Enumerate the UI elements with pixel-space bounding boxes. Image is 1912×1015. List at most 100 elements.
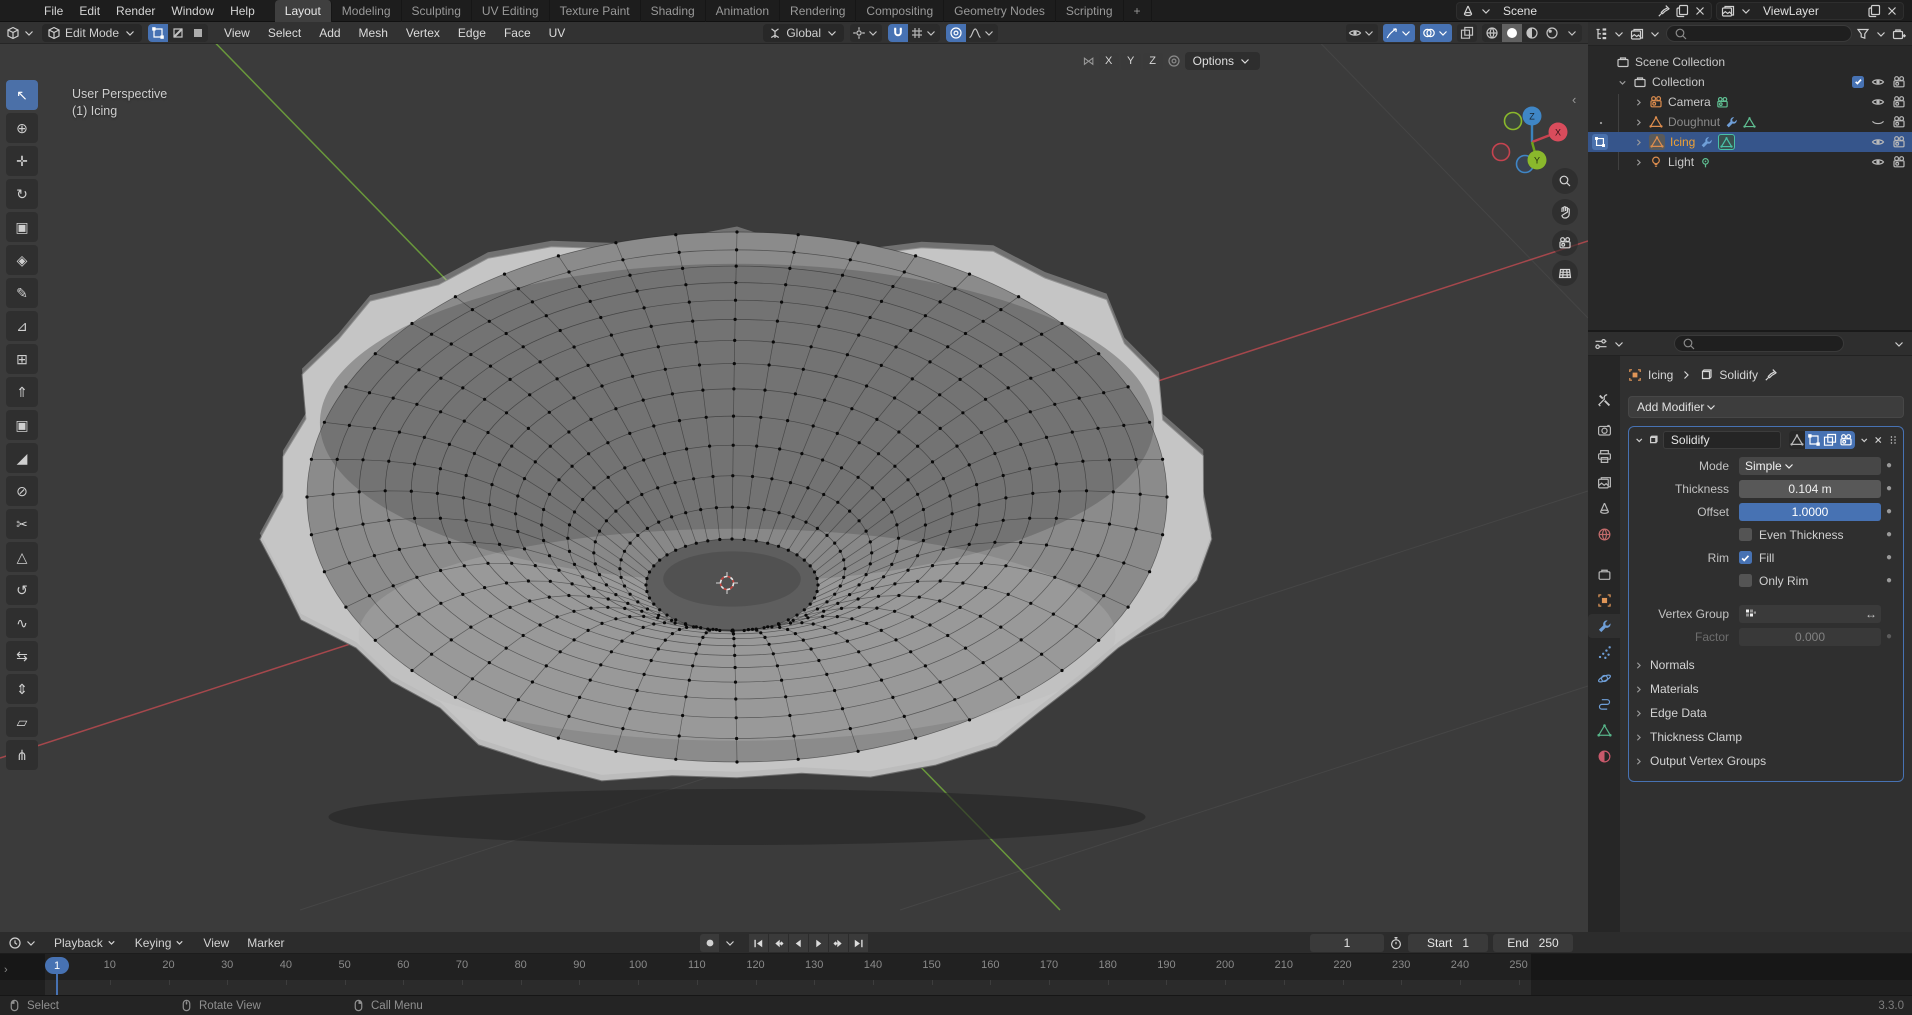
viewport-menu-mesh[interactable]: Mesh	[351, 24, 396, 42]
tool-bevel[interactable]: ◢	[6, 443, 38, 473]
object-name[interactable]: Scene Collection	[1635, 55, 1725, 69]
menu-render[interactable]: Render	[108, 2, 163, 20]
pin-id-button[interactable]	[1764, 368, 1778, 382]
use-preview-range[interactable]	[1389, 936, 1403, 950]
next-key-button[interactable]	[829, 934, 848, 952]
menu-window[interactable]: Window	[163, 2, 222, 20]
properties-tab-scene[interactable]	[1588, 496, 1620, 520]
modifier-name-field[interactable]: Solidify	[1663, 431, 1781, 449]
properties-tab-material[interactable]	[1588, 744, 1620, 768]
eye-closed[interactable]	[1871, 115, 1885, 130]
current-frame-field[interactable]: 1	[1310, 934, 1384, 952]
playhead[interactable]	[56, 972, 58, 995]
mode-select[interactable]: Simple	[1739, 457, 1881, 475]
animate-dot[interactable]: ●	[1881, 460, 1897, 471]
editor-type-button[interactable]	[6, 26, 20, 40]
properties-tab-physics[interactable]	[1588, 666, 1620, 690]
viewport-menu-vertex[interactable]: Vertex	[398, 24, 448, 42]
camera-render[interactable]	[1892, 155, 1906, 170]
eye-open[interactable]	[1871, 75, 1885, 90]
animate-dot[interactable]: ●	[1881, 631, 1897, 642]
outliner-row-collection[interactable]: Collection	[1588, 72, 1912, 92]
timeline-expand-arrow[interactable]: ›	[4, 964, 8, 976]
frame-end-field[interactable]: End 250	[1493, 934, 1573, 952]
viewport-canvas[interactable]	[0, 22, 1588, 932]
properties-tab-collection[interactable]	[1588, 562, 1620, 586]
animate-dot[interactable]: ●	[1881, 529, 1897, 540]
object-name[interactable]: Doughnut	[1668, 115, 1720, 129]
properties-tab-data[interactable]	[1588, 718, 1620, 742]
properties-options[interactable]	[1892, 337, 1906, 351]
tool-spin[interactable]: ↺	[6, 575, 38, 605]
section-edge-data[interactable]: Edge Data	[1633, 701, 1903, 725]
viewlayer-selector[interactable]: ViewLayer	[1716, 2, 1904, 20]
tool-smooth[interactable]: ∿	[6, 608, 38, 638]
mirror-z-toggle[interactable]: Z	[1143, 53, 1163, 70]
section-materials[interactable]: Materials	[1633, 677, 1903, 701]
workspace-tab-sculpting[interactable]: Sculpting	[402, 0, 472, 22]
expand-closed-icon[interactable]	[1633, 115, 1644, 129]
tool-measure[interactable]: ⊿	[6, 311, 38, 341]
pin-scene[interactable]	[1657, 4, 1671, 18]
viewport-menu-view[interactable]: View	[216, 24, 258, 42]
viewport-menu-uv[interactable]: UV	[541, 24, 574, 42]
workspace-tab-texture-paint[interactable]: Texture Paint	[550, 0, 641, 22]
outliner-search[interactable]	[1666, 25, 1852, 42]
snap-toggle[interactable]	[888, 24, 908, 42]
viewport-menu-edge[interactable]: Edge	[450, 24, 494, 42]
zoom-button[interactable]	[1552, 168, 1578, 194]
new-collection-button[interactable]	[1892, 27, 1906, 41]
timeline-strip[interactable]	[0, 980, 1912, 995]
outliner-row-scene-collection[interactable]: Scene Collection	[1588, 52, 1912, 72]
timeline-menu-view[interactable]: View	[195, 934, 237, 952]
add-modifier-button[interactable]: Add Modifier	[1628, 396, 1904, 418]
viewlayer-name[interactable]: ViewLayer	[1757, 4, 1863, 18]
camera-render[interactable]	[1892, 115, 1906, 130]
tool-loop-cut[interactable]: ⊘	[6, 476, 38, 506]
properties-editor-type[interactable]	[1594, 337, 1608, 351]
shading-material-button[interactable]	[1522, 24, 1542, 42]
remove-viewlayer[interactable]	[1885, 4, 1899, 18]
workspace-tab-plus[interactable]: +	[1124, 0, 1152, 22]
tool-edge-slide[interactable]: ⇆	[6, 641, 38, 671]
drag-handle[interactable]	[1888, 433, 1898, 447]
shading-rendered-button[interactable]	[1542, 24, 1562, 42]
collapse-modifier[interactable]	[1634, 433, 1644, 447]
timeline-menu-playback[interactable]: Playback	[46, 934, 125, 952]
filter-dropdown[interactable]	[1856, 27, 1870, 41]
workspace-tab-layout[interactable]: Layout	[275, 0, 332, 22]
section-normals[interactable]: Normals	[1633, 653, 1903, 677]
properties-search[interactable]	[1674, 335, 1844, 352]
animate-dot[interactable]: ●	[1881, 483, 1897, 494]
edge-select-button[interactable]	[168, 24, 188, 42]
display-mode-dropdown[interactable]	[1630, 27, 1644, 41]
expand-closed-icon[interactable]	[1633, 95, 1644, 109]
snap-target-dropdown[interactable]	[908, 24, 940, 42]
viewport-menu-select[interactable]: Select	[260, 24, 309, 42]
timeline-ruler[interactable]: 1020304050607080901001101201301401501601…	[0, 954, 1912, 980]
thickness-field[interactable]: 0.104 m	[1739, 480, 1881, 498]
camera-render[interactable]	[1892, 135, 1906, 150]
timeline-menu-keying[interactable]: Keying	[127, 934, 194, 952]
overlays-dropdown[interactable]	[1420, 24, 1452, 42]
checkbox-checked[interactable]	[1852, 76, 1864, 88]
only-rim-checkbox[interactable]: Only Rim	[1739, 574, 1881, 588]
object-name[interactable]: Collection	[1652, 75, 1705, 89]
frame-start-field[interactable]: Start 1	[1408, 934, 1488, 952]
tool-knife[interactable]: ✂	[6, 509, 38, 539]
factor-field[interactable]: 0.000	[1739, 628, 1881, 646]
unlink-scene[interactable]	[1693, 4, 1707, 18]
delete-modifier-button[interactable]	[1873, 433, 1883, 447]
new-viewlayer[interactable]	[1867, 4, 1881, 18]
jump-start-button[interactable]	[749, 934, 768, 952]
workspace-tab-animation[interactable]: Animation	[706, 0, 780, 22]
scene-selector[interactable]: Scene	[1456, 2, 1712, 20]
tool-select-box[interactable]: ↖	[6, 80, 38, 110]
tool-scale[interactable]: ▣	[6, 212, 38, 242]
object-name[interactable]: Icing	[1670, 135, 1695, 149]
tool-shrink-fatten[interactable]: ⇕	[6, 674, 38, 704]
workspace-tab-compositing[interactable]: Compositing	[856, 0, 944, 22]
auto-key-button[interactable]	[700, 934, 719, 952]
shading-wireframe-button[interactable]	[1482, 24, 1502, 42]
pivot-dropdown[interactable]	[850, 24, 882, 42]
